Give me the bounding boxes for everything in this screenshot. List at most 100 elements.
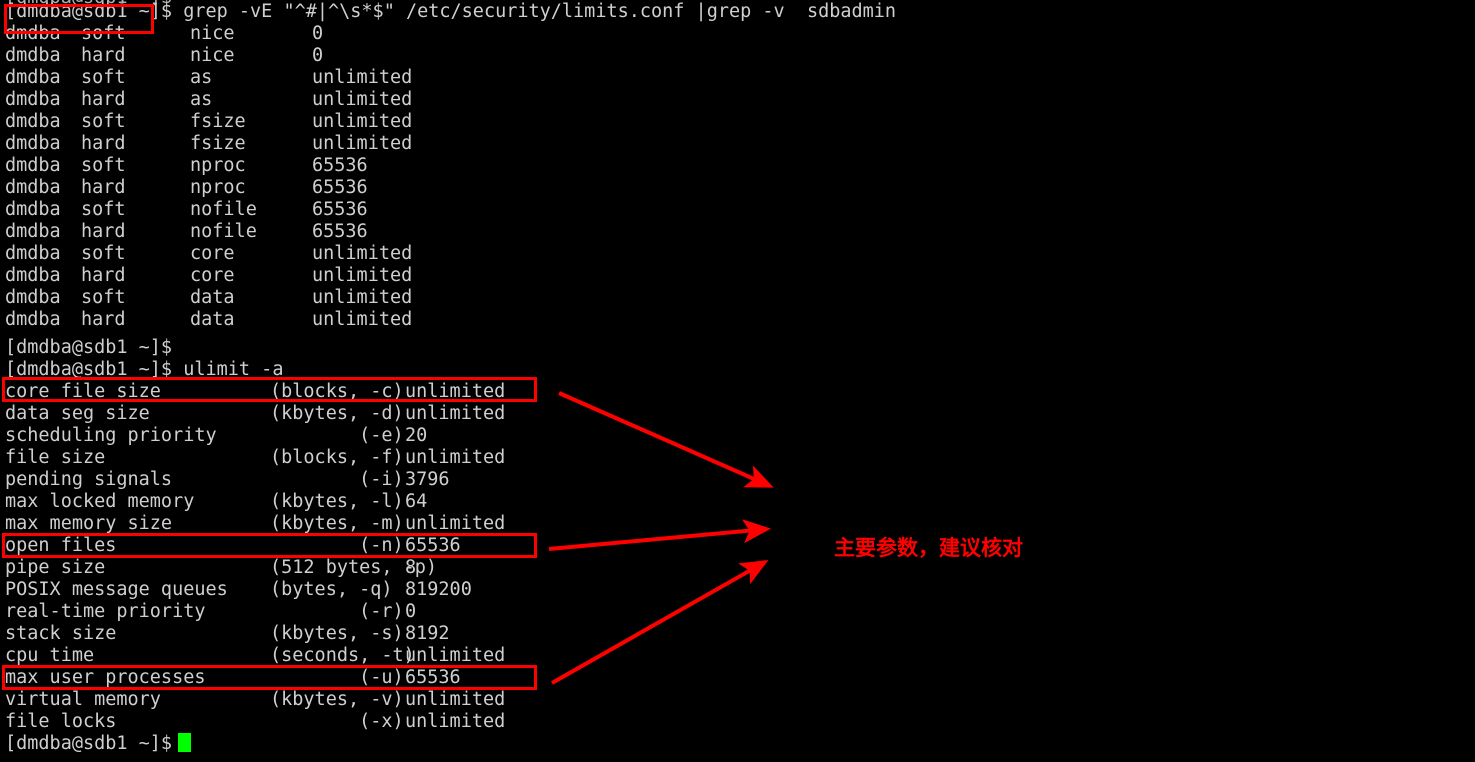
ulimit-row: scheduling priority (-e)20 — [5, 425, 427, 447]
ulimit-value: 8 — [405, 557, 417, 578]
ulimit-label: real-time priority — [5, 601, 206, 622]
limits-item: data — [190, 309, 235, 330]
ulimit-row: real-time priority (-r)0 — [5, 601, 416, 623]
command-line-grep: [dmdba@sdb1 ~]$ grep -vE "^#|^\s*$" /etc… — [5, 1, 896, 23]
limits-type: soft — [81, 111, 126, 132]
text-cursor — [178, 733, 191, 752]
ulimit-label: open files — [5, 535, 117, 556]
limits-item: nice — [190, 23, 235, 44]
ulimit-row: stack size (kbytes, -s)8192 — [5, 623, 450, 645]
ulimit-value: unlimited — [405, 447, 506, 468]
limits-value: unlimited — [312, 67, 413, 88]
ulimit-unit: (512 bytes, -p) — [270, 557, 438, 578]
limits-value: 0 — [312, 23, 324, 44]
ulimit-label: scheduling priority — [5, 425, 217, 446]
command-line-ulimit: [dmdba@sdb1 ~]$ ulimit -a — [5, 359, 283, 381]
limits-type: hard — [81, 45, 126, 66]
ulimit-value: unlimited — [405, 711, 506, 732]
ulimit-label: file locks — [5, 711, 117, 732]
limits-type: hard — [81, 265, 126, 286]
limits-item: data — [190, 287, 235, 308]
limits-item: nofile — [190, 221, 257, 242]
ulimit-row: POSIX message queues (bytes, -q) 819200 — [5, 579, 472, 601]
limits-row: dmdba soft as unlimited — [5, 67, 412, 89]
limits-user: dmdba — [5, 265, 61, 286]
ulimit-value: unlimited — [405, 513, 506, 534]
ulimit-label: pending signals — [5, 469, 173, 490]
ulimit-row: cpu time (seconds, -t)unlimited — [5, 645, 505, 667]
ulimit-row: pipe size (512 bytes, -p)8 — [5, 557, 438, 579]
ulimit-row: file size (blocks, -f)unlimited — [5, 447, 505, 469]
limits-type: hard — [81, 89, 126, 110]
ulimit-unit: (bytes, -q) — [270, 579, 393, 600]
limits-user: dmdba — [5, 177, 61, 198]
ulimit-unit: (-i) — [270, 469, 404, 490]
ulimit-row: file locks (-x)unlimited — [5, 711, 505, 733]
ulimit-label: stack size — [5, 623, 117, 644]
ulimit-row: virtual memory (kbytes, -v)unlimited — [5, 689, 505, 711]
command-text: grep -vE "^#|^\s*$" /etc/security/limits… — [172, 1, 897, 22]
limits-item: fsize — [190, 111, 246, 132]
ulimit-row: max memory size (kbytes, -m)unlimited — [5, 513, 505, 535]
limits-value: 65536 — [312, 221, 368, 242]
limits-user: dmdba — [5, 45, 61, 66]
limits-item: core — [190, 265, 235, 286]
limits-value: unlimited — [312, 265, 413, 286]
ulimit-value: unlimited — [405, 381, 506, 402]
ulimit-label: cpu time — [5, 645, 95, 666]
ulimit-value: 819200 — [405, 579, 472, 600]
limits-item: nice — [190, 45, 235, 66]
limits-item: nproc — [190, 177, 246, 198]
limits-user: dmdba — [5, 243, 61, 264]
limits-user: dmdba — [5, 287, 61, 308]
limits-item: as — [190, 67, 213, 88]
ulimit-unit: (kbytes, -s) — [270, 623, 404, 644]
ulimit-value: 8192 — [405, 623, 450, 644]
limits-type: soft — [81, 287, 126, 308]
annotation-note: 主要参数，建议核对 — [834, 536, 1023, 560]
limits-row: dmdba soft nproc 65536 — [5, 155, 368, 177]
terminal-screen: [dmdba@sdb1 ~]$ [dmdba@sdb1 ~]$ grep -vE… — [0, 0, 1475, 762]
limits-row: dmdba hard fsize unlimited — [5, 133, 412, 155]
ulimit-unit: (-u) — [270, 667, 404, 688]
ulimit-label: data seg size — [5, 403, 150, 424]
ulimit-value: unlimited — [405, 403, 506, 424]
limits-value: unlimited — [312, 89, 413, 110]
command-text: ulimit -a — [172, 359, 284, 380]
ulimit-value: 65536 — [405, 667, 461, 688]
ulimit-label: pipe size — [5, 557, 106, 578]
ulimit-value: 64 — [405, 491, 428, 512]
limits-row: dmdba soft core unlimited — [5, 243, 412, 265]
ulimit-unit: (kbytes, -d) — [270, 403, 404, 424]
limits-item: core — [190, 243, 235, 264]
limits-row: dmdba soft fsize unlimited — [5, 111, 412, 133]
ulimit-unit: (blocks, -c) — [270, 381, 404, 402]
limits-user: dmdba — [5, 89, 61, 110]
limits-value: 0 — [312, 45, 324, 66]
limits-value: 65536 — [312, 155, 368, 176]
limits-value: unlimited — [312, 309, 413, 330]
terminal-output[interactable]: [dmdba@sdb1 ~]$ [dmdba@sdb1 ~]$ grep -vE… — [0, 0, 1475, 762]
limits-user: dmdba — [5, 155, 61, 176]
ulimit-row: pending signals (-i)3796 — [5, 469, 450, 491]
limits-row: dmdba hard data unlimited — [5, 309, 412, 331]
ulimit-value: unlimited — [405, 645, 506, 666]
limits-user: dmdba — [5, 221, 61, 242]
limits-user: dmdba — [5, 133, 61, 154]
ulimit-row: max locked memory (kbytes, -l)64 — [5, 491, 427, 513]
limits-type: soft — [81, 199, 126, 220]
limits-row: dmdba soft data unlimited — [5, 287, 412, 309]
ulimit-label: POSIX message queues — [5, 579, 228, 600]
ulimit-unit: (kbytes, -l) — [270, 491, 404, 512]
limits-item: fsize — [190, 133, 246, 154]
ulimit-value: 3796 — [405, 469, 450, 490]
limits-type: hard — [81, 177, 126, 198]
limits-user: dmdba — [5, 199, 61, 220]
limits-value: unlimited — [312, 287, 413, 308]
limits-row: dmdba hard core unlimited — [5, 265, 412, 287]
limits-type: hard — [81, 309, 126, 330]
ulimit-row: open files (-n)65536 — [5, 535, 461, 557]
limits-row: dmdba soft nofile 65536 — [5, 199, 368, 221]
ulimit-unit: (kbytes, -v) — [270, 689, 404, 710]
limits-type: hard — [81, 221, 126, 242]
